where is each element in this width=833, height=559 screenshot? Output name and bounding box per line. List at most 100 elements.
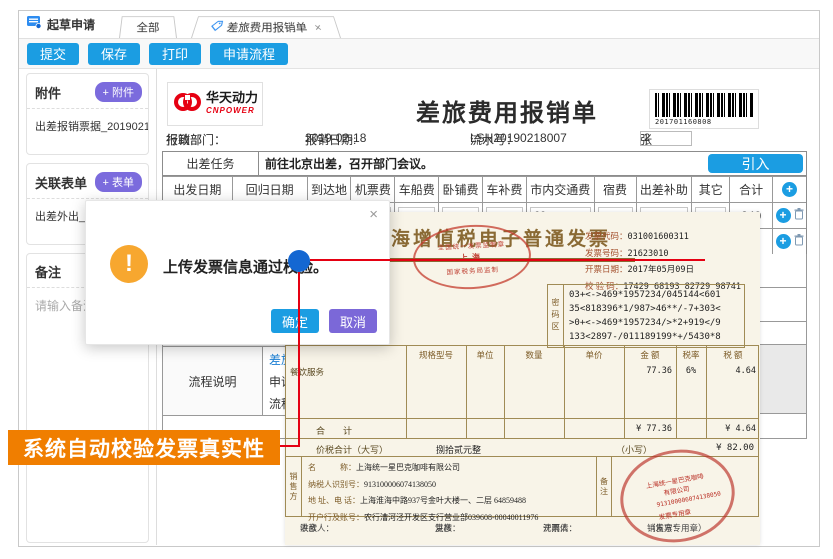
- grand-small-label: （小写）: [616, 443, 652, 456]
- verification-callout-label: 系统自动校验发票真实性: [8, 430, 280, 465]
- invoice-date-label: 开票日期：: [585, 264, 628, 274]
- annotation-dot-icon: [288, 250, 310, 272]
- delete-row-icon[interactable]: [794, 208, 804, 223]
- logo-icon: [172, 91, 202, 118]
- col-spec: 规格型号: [406, 349, 466, 361]
- invoice-code-value: 031001600311: [628, 232, 689, 242]
- col-lodging: 宿费: [595, 177, 637, 202]
- screen: 起草申请 全部 差旅费用报销单 × 提交 保存 打印 申请流程: [0, 0, 833, 559]
- password-line: 03+<->469*1957234/045144<601: [569, 288, 744, 302]
- seller-info: 名 称：上海统一星巴克咖啡有限公司 纳税人识别号：913100006074138…: [308, 459, 538, 525]
- col-return-date: 回归日期: [233, 177, 308, 202]
- seller-name-label: 名 称：: [308, 463, 356, 472]
- company-logo: 华天动力 CNPOWER: [167, 82, 263, 126]
- seller-bank-value: 农行漕河泾开发区支行营业部039608-00040011976: [364, 513, 538, 522]
- col-other: 其它: [692, 177, 730, 202]
- col-total: 合计: [730, 177, 773, 202]
- add-form-button[interactable]: + 表单: [95, 172, 142, 192]
- drawer-value: 沈雨倩: [543, 522, 569, 534]
- col-trip-allowance: 出差补助: [637, 177, 693, 202]
- verification-dialog: × ! 上传发票信息通过校验。 确定 取消: [85, 200, 390, 345]
- import-button[interactable]: 引入: [708, 154, 803, 173]
- seller-bank-label: 开户行及账号：: [308, 513, 364, 522]
- submit-button[interactable]: 提交: [27, 43, 79, 65]
- add-attachment-button[interactable]: + 附件: [95, 82, 142, 102]
- item-amount: 77.36: [586, 366, 672, 376]
- col-depart-date: 出发日期: [163, 177, 233, 202]
- add-row-icon[interactable]: +: [776, 208, 791, 223]
- payee-value: 洪彦: [300, 522, 317, 534]
- total-tax: ¥ 4.64: [706, 424, 756, 434]
- warning-icon: !: [110, 245, 148, 283]
- logo-name: 华天动力: [206, 91, 258, 104]
- col-amount: 金 额: [624, 349, 676, 361]
- review-value: 洪彦: [435, 522, 452, 534]
- barcode-bars-icon: [655, 93, 753, 117]
- save-button[interactable]: 保存: [88, 43, 140, 65]
- grand-value: ¥ 82.00: [700, 443, 754, 453]
- seller-name-value: 上海统一星巴克咖啡有限公司: [356, 463, 460, 472]
- apply-flow-button[interactable]: 申请流程: [210, 43, 288, 65]
- delete-row-icon[interactable]: [794, 234, 804, 249]
- invoice-code-label: 发票代码：: [585, 231, 628, 241]
- trip-task-row: 出差任务 前往北京出差，召开部门会议。 引入: [162, 151, 807, 176]
- form-info-row: 报销部门：行政部 报销日期:2019-02-18 流水号：LSH20190218…: [162, 131, 807, 149]
- dialog-close-icon[interactable]: ×: [369, 206, 378, 223]
- barcode: 201701160808: [649, 89, 759, 129]
- invoice-tag-icon: [209, 20, 224, 34]
- col-unit: 单位: [466, 349, 504, 361]
- invoice-note-label: 备注: [596, 457, 612, 517]
- col-airfare: 机票费: [351, 177, 395, 202]
- draft-title-label: 起草申请: [47, 16, 95, 33]
- stamp-middle-text: 上海: [460, 251, 485, 263]
- attachments-card: 附件 + 附件 出差报销票据_20190219.j...: [26, 73, 149, 155]
- password-line: 133<2897-/011189199*+/5430*8: [569, 330, 744, 344]
- annotation-line-left: [279, 445, 299, 447]
- grand-label: 价税合计（大写）: [316, 443, 388, 456]
- col-tax: 税 额: [706, 349, 760, 361]
- stamp-bottom-text: 国家税务局监制: [446, 263, 499, 276]
- seller-side-label: 销售方: [286, 457, 302, 517]
- item-name: 餐饮服务: [290, 366, 324, 378]
- col-price: 单价: [564, 349, 624, 361]
- seller-address-label: 地 址、电 话：: [308, 496, 360, 505]
- col-boat: 车船费: [395, 177, 439, 202]
- dialog-cancel-button[interactable]: 取消: [329, 309, 377, 333]
- invoice-number-label: 发票号码：: [585, 248, 628, 258]
- tab-bar: 起草申请 全部 差旅费用报销单 ×: [19, 11, 819, 39]
- total-amount: ¥ 77.36: [586, 424, 672, 434]
- form-title: 差旅费用报销单: [372, 93, 642, 128]
- seller-taxid-label: 纳税人识别号：: [308, 480, 364, 489]
- attachment-item[interactable]: 出差报销票据_20190219.j...: [27, 109, 148, 143]
- expense-header-row: 出发日期 回归日期 到达地 机票费 车船费 卧铺费 车补费 市内交通费 宿费 出…: [163, 176, 806, 202]
- flow-description-label: 流程说明: [163, 347, 263, 415]
- tab-all-label: 全部: [136, 20, 160, 35]
- col-city-traffic: 市内交通费: [527, 177, 595, 202]
- trip-task-label: 出差任务: [163, 152, 259, 175]
- add-row-icon[interactable]: +: [776, 234, 791, 249]
- print-button[interactable]: 打印: [149, 43, 201, 65]
- date-value: 2019-02-18: [305, 131, 366, 145]
- attachments-title: 附件: [35, 83, 61, 102]
- col-taxrate: 税率: [676, 349, 706, 361]
- remarks-title: 备注: [35, 262, 61, 281]
- barcode-number: 201701160808: [655, 118, 753, 126]
- serial-value: LSH20190218007: [470, 131, 567, 145]
- add-row-icon[interactable]: +: [782, 182, 797, 197]
- tab-travel-expense-label: 差旅费用报销单: [226, 20, 309, 35]
- password-area-label: 密码区: [547, 284, 563, 348]
- col-destination: 到达地: [308, 177, 352, 202]
- password-line: 35<818396*1/987>46**/-7+303<: [569, 302, 744, 316]
- stamp-top-text: 全国统一发票监制章: [437, 238, 505, 252]
- tab-close-icon[interactable]: ×: [313, 21, 323, 34]
- tab-travel-expense[interactable]: 差旅费用报销单 ×: [191, 16, 341, 38]
- dialog-ok-button[interactable]: 确定: [271, 309, 319, 333]
- logo-subtitle: CNPOWER: [206, 104, 258, 117]
- attach-unit: 张: [640, 131, 652, 148]
- tab-all[interactable]: 全部: [119, 16, 177, 38]
- item-taxrate: 6%: [678, 366, 704, 376]
- col-qty: 数量: [504, 349, 564, 361]
- draft-application-title: 起草申请: [19, 10, 105, 38]
- invoice-date-value: 2017年05月09日: [628, 265, 694, 275]
- password-area: 03+<->469*1957234/045144<601 35<818396*1…: [563, 284, 745, 348]
